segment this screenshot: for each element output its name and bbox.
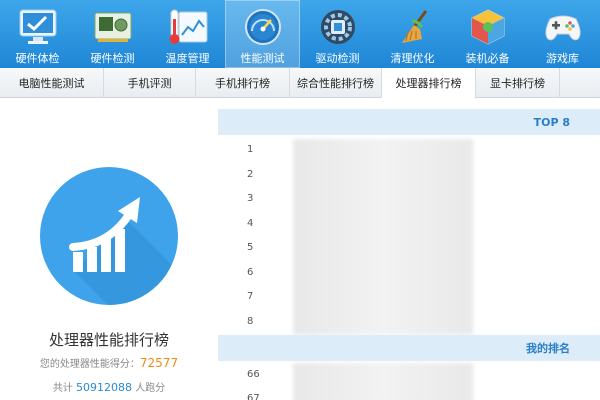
monitor-check-icon [15,4,61,50]
page-title: 处理器性能排行榜 [48,331,169,349]
ranking-panel: TOP 8 1 2 3 4 5 6 7 8 我的排名 66 67 [218,99,600,400]
tab-cpu-ranking[interactable]: 处理器排行榜 [382,68,476,99]
table-row[interactable]: 67 [218,388,600,400]
table-row[interactable]: 6 [218,262,600,287]
rank-number: 2 [247,168,254,180]
score-value: 72577 [139,356,179,370]
table-row[interactable]: 66 [218,364,600,389]
rank-number: 4 [247,217,254,229]
rank-number: 3 [247,193,254,204]
tool-label: 温度管理 [165,52,210,65]
tool-hardware-checkup[interactable]: 硬件体检 [0,0,75,68]
tab-phone-ranking[interactable]: 手机排行榜 [196,68,290,98]
rank-number: 5 [247,242,254,253]
table-row[interactable]: 2 [218,164,600,189]
table-row[interactable]: 5 [218,237,600,262]
speedometer-icon [240,4,286,50]
tab-gpu-ranking[interactable]: 显卡排行榜 [476,68,560,98]
tool-driver-detect[interactable]: 驱动检测 [300,0,375,68]
tool-performance-test[interactable]: 性能测试 [225,0,300,68]
cube-box-icon [465,4,511,50]
tool-label: 驱动检测 [315,52,360,65]
gear-chip-icon [315,4,361,50]
score-label: 您的处理器性能得分： [39,359,140,370]
graphics-card-icon [90,4,136,50]
top8-header: TOP 8 [218,109,600,135]
count-prefix: 共计 [52,383,73,394]
count-suffix: 人跑分 [135,383,166,394]
table-row[interactable]: 4 [218,213,600,238]
tool-label: 游戏库 [546,52,579,65]
left-panel: 处理器性能排行榜 您的处理器性能得分：72577 共计 50912088 人跑分 [0,99,218,400]
rank-number: 1 [247,144,254,155]
tool-clean-optimize[interactable]: 清理优化 [375,0,450,68]
tool-label: 硬件体检 [15,52,60,65]
rank-number: 66 [247,369,260,380]
my-rank-header: 我的排名 [218,335,600,361]
my-score-line: 您的处理器性能得分：72577 [0,355,218,370]
main-toolbar: 硬件体检 硬件检测 温度管理 性能测试 驱动检测 清理优化 装机必备 游戏库 [0,0,600,68]
table-row[interactable]: 1 [218,139,600,164]
tab-overall-ranking[interactable]: 综合性能排行榜 [290,68,382,98]
table-row[interactable]: 8 [218,311,600,336]
tool-label: 硬件检测 [90,52,135,65]
tool-hardware-detect[interactable]: 硬件检测 [75,0,150,68]
tab-bar: 电脑性能测试 手机评测 手机排行榜 综合性能排行榜 处理器排行榜 显卡排行榜 [0,68,600,99]
rank-number: 8 [247,315,254,327]
gamepad-icon [540,4,586,50]
tool-essential-software[interactable]: 装机必备 [450,0,525,68]
rank-number: 6 [247,266,254,278]
table-row[interactable]: 3 [218,188,600,213]
tool-label: 性能测试 [240,52,285,65]
tool-temperature[interactable]: 温度管理 [150,0,225,68]
rank-number: 67 [247,393,260,400]
rank-number: 7 [247,291,254,302]
table-row[interactable]: 7 [218,286,600,311]
tool-label: 清理优化 [390,52,435,65]
tab-phone-review[interactable]: 手机评测 [104,68,196,98]
tool-game-library[interactable]: 游戏库 [525,0,600,68]
rising-bar-chart-icon [40,167,178,305]
tool-label: 装机必备 [465,52,510,65]
tab-pc-performance[interactable]: 电脑性能测试 [0,68,104,98]
thermometer-chart-icon [165,4,211,50]
broom-icon [390,4,436,50]
count-value: 50912088 [76,381,132,394]
participant-count-line: 共计 50912088 人跑分 [0,379,218,394]
